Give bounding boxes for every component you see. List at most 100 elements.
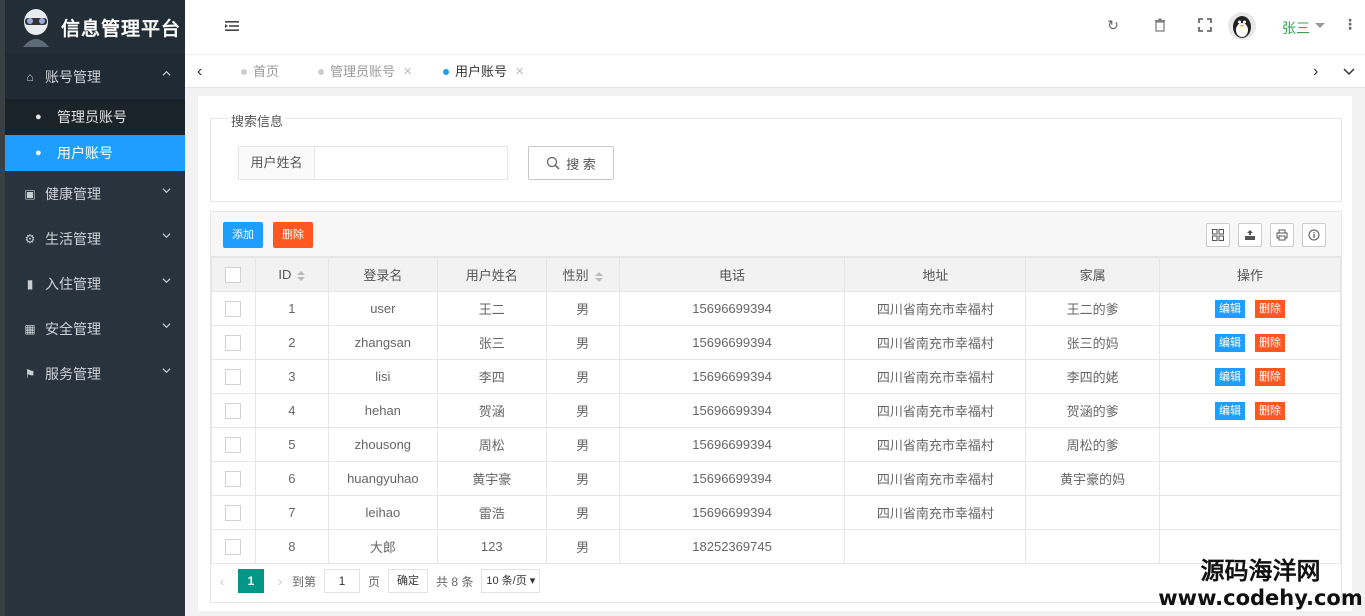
tabs-next-icon[interactable]: › — [1313, 63, 1318, 81]
chevron-down-icon — [162, 323, 171, 329]
sidebar-group-account[interactable]: ⌂ 账号管理 — [5, 54, 185, 99]
cell-actions: 编辑 删除 — [1159, 325, 1341, 360]
cell-address: 四川省南充市幸福村 — [844, 325, 1027, 360]
fullscreen-icon[interactable] — [1197, 17, 1213, 33]
delete-button[interactable]: 删除 — [1255, 299, 1286, 318]
cell-gender: 男 — [545, 529, 620, 564]
user-avatar[interactable] — [1228, 12, 1256, 40]
page-goto-button[interactable]: 确定 — [388, 569, 429, 593]
delete-button[interactable]: 删除 — [1255, 367, 1286, 386]
column-header-gender[interactable]: 性别 — [545, 257, 620, 292]
app-title: 信息管理平台 — [61, 18, 182, 40]
page-goto-input[interactable]: 1 — [324, 569, 361, 593]
user-name[interactable]: 张三 — [1282, 18, 1310, 38]
page-current[interactable]: 1 — [238, 569, 264, 593]
sidebar-group-label: 健康管理 — [45, 185, 101, 202]
tabs-menu-chevron-icon[interactable] — [1343, 67, 1355, 77]
search-input[interactable] — [315, 147, 507, 179]
cell-family: 李四的姥 — [1025, 359, 1161, 394]
table-row: 3 lisi 李四男 15696699394 四川省南充市幸福村 李四的姥 编辑 删除 — [211, 359, 1341, 394]
tab-close-icon[interactable]: ✕ — [515, 61, 524, 83]
select-all-checkbox[interactable] — [225, 266, 242, 283]
sidebar-item-user-account[interactable]: ● 用户账号 — [5, 135, 185, 171]
page-prev-icon[interactable]: ‹ — [210, 573, 234, 589]
cell-login: huangyuhao — [327, 461, 438, 496]
table-row: 5 zhousong 周松男 15696699394 四川省南充市幸福村 周松的爹 — [211, 427, 1341, 462]
delete-button[interactable]: 删除 — [1255, 333, 1286, 352]
batch-delete-button[interactable]: 删除 — [273, 222, 313, 248]
sidebar-group-security[interactable]: ▦ 安全管理 — [5, 306, 185, 351]
page-next-icon[interactable]: › — [268, 573, 292, 589]
cell-phone: 18252369745 — [618, 529, 846, 564]
cell-family: 王二的爹 — [1025, 291, 1161, 326]
refresh-icon[interactable]: ↻ — [1105, 17, 1121, 33]
sidebar-group-checkin[interactable]: ▮ 入住管理 — [5, 261, 185, 306]
tab-dot-icon — [241, 69, 247, 75]
search-button[interactable]: 搜 索 — [528, 146, 614, 180]
flag-icon: ⚑ — [24, 366, 36, 381]
edit-button[interactable]: 编辑 — [1215, 333, 1246, 352]
tab-user-account[interactable]: 用户账号 ✕ — [443, 61, 524, 83]
cell-login: leihao — [327, 495, 438, 530]
row-checkbox-cell — [211, 325, 256, 360]
page-size-select[interactable]: 10 条/页 ▾ — [481, 569, 541, 593]
cell-login: user — [327, 291, 438, 326]
cell-actions: 编辑 删除 — [1159, 359, 1341, 394]
row-checkbox[interactable] — [225, 368, 242, 385]
columns-filter-icon[interactable] — [1206, 223, 1230, 247]
cell-address: 四川省南充市幸福村 — [844, 427, 1027, 462]
column-header-phone: 电话 — [618, 257, 846, 292]
add-button[interactable]: 添加 — [223, 222, 263, 248]
chevron-up-icon — [162, 70, 171, 76]
search-button-label: 搜 索 — [566, 156, 596, 172]
user-table: ID 登录名 用户姓名 性别 电话 地址 家属 操作 1 user 王二男 15696… — [211, 257, 1341, 564]
sidebar-item-admin-account[interactable]: ● 管理员账号 — [5, 99, 185, 135]
row-checkbox[interactable] — [225, 538, 242, 555]
search-field-label: 用户姓名 — [239, 147, 315, 179]
edit-button[interactable]: 编辑 — [1215, 401, 1246, 420]
print-icon[interactable] — [1270, 223, 1294, 247]
cell-family: 张三的妈 — [1025, 325, 1161, 360]
menu-toggle-icon[interactable] — [225, 19, 239, 33]
cell-gender: 男 — [545, 495, 620, 530]
row-checkbox[interactable] — [225, 334, 242, 351]
column-header-id[interactable]: ID — [254, 257, 329, 292]
user-table-container: 添加 删除 ID 登录名 用户姓名 性别 电话 地址 家属 操作 1 user … — [210, 211, 1342, 603]
edit-button[interactable]: 编辑 — [1215, 367, 1246, 386]
cogs-icon: ⚙ — [24, 231, 36, 246]
tabs-prev-icon[interactable]: ‹ — [197, 63, 202, 81]
row-checkbox[interactable] — [225, 300, 242, 317]
trash-icon[interactable] — [1152, 17, 1168, 33]
sidebar-group-service[interactable]: ⚑ 服务管理 — [5, 351, 185, 396]
export-icon[interactable] — [1238, 223, 1262, 247]
cell-name: 张三 — [436, 325, 547, 360]
sidebar-item-label: 用户账号 — [57, 145, 113, 161]
sort-icon[interactable] — [594, 271, 603, 282]
caret-down-icon[interactable] — [1315, 23, 1325, 28]
tab-admin-account[interactable]: 管理员账号 ✕ — [318, 61, 412, 83]
row-checkbox[interactable] — [225, 402, 242, 419]
cell-gender: 男 — [545, 461, 620, 496]
logo[interactable]: 信息管理平台 — [5, 0, 185, 54]
logo-avatar-icon — [19, 7, 53, 47]
sidebar-group-life[interactable]: ⚙ 生活管理 — [5, 216, 185, 261]
chevron-down-icon — [162, 233, 171, 239]
delete-button[interactable]: 删除 — [1255, 401, 1286, 420]
tab-close-icon[interactable]: ✕ — [403, 61, 412, 83]
row-checkbox[interactable] — [225, 504, 242, 521]
cell-family: 贺涵的爹 — [1025, 393, 1161, 428]
page-unit-label: 页 — [368, 574, 381, 589]
tab-home[interactable]: 首页 — [241, 61, 279, 83]
more-icon[interactable]: ⋮ — [1343, 16, 1357, 33]
info-icon[interactable] — [1302, 223, 1326, 247]
sort-icon[interactable] — [297, 270, 306, 281]
dashboard-icon: ● — [35, 147, 42, 159]
cell-id: 5 — [254, 427, 329, 462]
cell-family — [1025, 529, 1161, 564]
row-checkbox[interactable] — [225, 436, 242, 453]
edit-button[interactable]: 编辑 — [1215, 299, 1246, 318]
row-checkbox[interactable] — [225, 470, 242, 487]
sidebar-group-health[interactable]: ▣ 健康管理 — [5, 171, 185, 216]
cell-login: zhangsan — [327, 325, 438, 360]
cell-gender: 男 — [545, 393, 620, 428]
